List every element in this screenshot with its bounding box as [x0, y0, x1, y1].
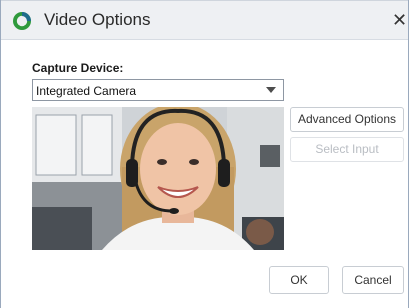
camera-preview: [32, 107, 284, 250]
video-options-dialog: Video Options ✕ Capture Device: Integrat…: [0, 0, 409, 308]
advanced-options-button[interactable]: Advanced Options: [290, 107, 404, 132]
cancel-button[interactable]: Cancel: [342, 266, 404, 294]
capture-device-select[interactable]: Integrated Camera: [32, 79, 284, 101]
select-input-button[interactable]: Select Input: [290, 137, 404, 162]
app-logo-icon: [12, 11, 32, 31]
title-bar[interactable]: Video Options ✕: [1, 0, 408, 40]
capture-device-label: Capture Device:: [32, 61, 124, 75]
ok-button[interactable]: OK: [269, 266, 329, 294]
window-title: Video Options: [44, 10, 151, 29]
capture-device-value: Integrated Camera: [36, 84, 137, 98]
camera-preview-image: [32, 107, 284, 250]
close-icon[interactable]: ✕: [392, 10, 408, 30]
chevron-down-icon[interactable]: [266, 87, 276, 93]
